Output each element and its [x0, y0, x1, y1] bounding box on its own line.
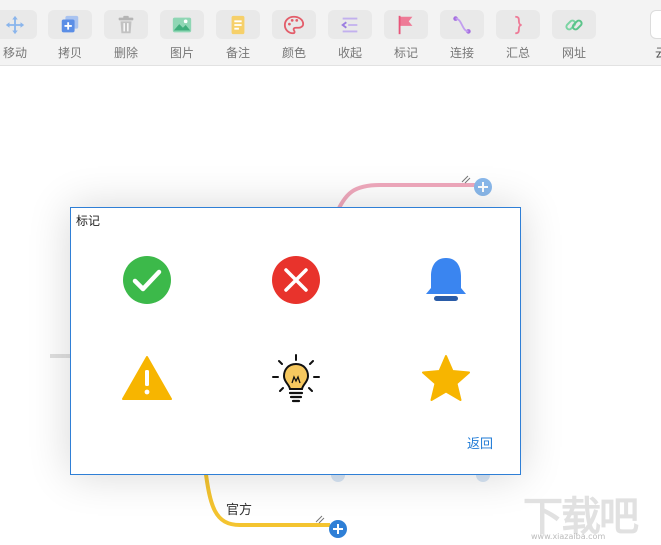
cloud-button[interactable]: 云: [650, 10, 661, 62]
resize-mark-bottom: [315, 515, 325, 524]
delete-icon-box: [104, 10, 148, 39]
delete-button[interactable]: 删除: [101, 10, 151, 62]
palette-icon: [283, 15, 305, 34]
marker-check[interactable]: [119, 252, 175, 308]
delete-label: 删除: [113, 46, 138, 60]
note-button[interactable]: 备注: [213, 10, 263, 62]
image-label: 图片: [169, 46, 194, 60]
connect-icon: [453, 15, 471, 34]
add-child-button-top[interactable]: [474, 178, 492, 196]
color-icon-box: [272, 10, 316, 39]
flag-icon-box: [384, 10, 428, 39]
warning-triangle-icon: [122, 356, 172, 400]
collapse-icon-box: [328, 10, 372, 39]
image-button[interactable]: 图片: [157, 10, 207, 62]
summary-button[interactable]: 汇总: [493, 10, 543, 62]
connect-button[interactable]: 连接: [437, 10, 487, 62]
copy-label: 拷贝: [57, 46, 82, 60]
dialog-title: 标记: [76, 214, 101, 228]
marker-dialog: 标记 返回: [70, 207, 521, 475]
url-button[interactable]: 网址: [549, 10, 599, 62]
watermark: 下载吧 www.xiazaiba.com: [523, 484, 661, 545]
trash-icon: [118, 15, 134, 33]
connect-label: 连接: [449, 46, 474, 60]
yellow-branch: [203, 466, 330, 527]
note-label: 备注: [225, 46, 250, 60]
collapse-icon: [341, 17, 358, 32]
lightbulb-icon: [272, 354, 320, 403]
image-icon: [172, 17, 192, 32]
collapse-button[interactable]: 收起: [325, 10, 375, 62]
copy-button[interactable]: 拷贝: [45, 10, 95, 62]
copy-icon: [61, 15, 79, 32]
move-button[interactable]: 移动: [0, 10, 40, 62]
summary-icon-box: [496, 10, 540, 39]
check-circle-icon: [123, 256, 171, 304]
mark-button[interactable]: 标记: [381, 10, 431, 62]
summary-label: 汇总: [505, 46, 530, 60]
toolbar: 移动 拷贝 删除 图片 备注 颜色 收起 标记 连接 汇总 网址: [0, 0, 661, 66]
marker-bulb[interactable]: [268, 351, 324, 407]
cross-circle-icon: [272, 256, 320, 304]
bell-icon: [426, 258, 466, 301]
back-link[interactable]: 返回: [467, 433, 493, 452]
link-icon: [565, 19, 583, 30]
copy-icon-box: [48, 10, 92, 39]
summary-brace-icon: [515, 15, 522, 34]
color-label: 颜色: [281, 46, 306, 60]
mark-label: 标记: [393, 46, 418, 60]
move-label: 移动: [2, 46, 27, 60]
marker-cross[interactable]: [268, 252, 324, 308]
resize-mark-top: [461, 175, 471, 184]
marker-bell[interactable]: [418, 252, 474, 308]
note-icon-box: [216, 10, 260, 39]
move-icon-box: [0, 10, 37, 39]
flag-icon: [398, 15, 413, 34]
url-label: 网址: [561, 46, 586, 60]
cloud-icon-box: [650, 10, 661, 39]
node-label[interactable]: 官方: [226, 499, 252, 518]
add-child-button-bottom[interactable]: [329, 520, 347, 538]
marker-star[interactable]: [418, 351, 474, 407]
move-arrows-icon: [5, 15, 25, 34]
cloud-label: 云: [655, 44, 661, 61]
star-icon: [422, 355, 470, 401]
note-icon: [231, 15, 245, 34]
image-icon-box: [160, 10, 204, 39]
connect-icon-box: [440, 10, 484, 39]
watermark-url: www.xiazaiba.com: [531, 532, 606, 541]
marker-warning[interactable]: [119, 351, 175, 407]
collapse-label: 收起: [337, 46, 362, 60]
color-button[interactable]: 颜色: [269, 10, 319, 62]
url-icon-box: [552, 10, 596, 39]
